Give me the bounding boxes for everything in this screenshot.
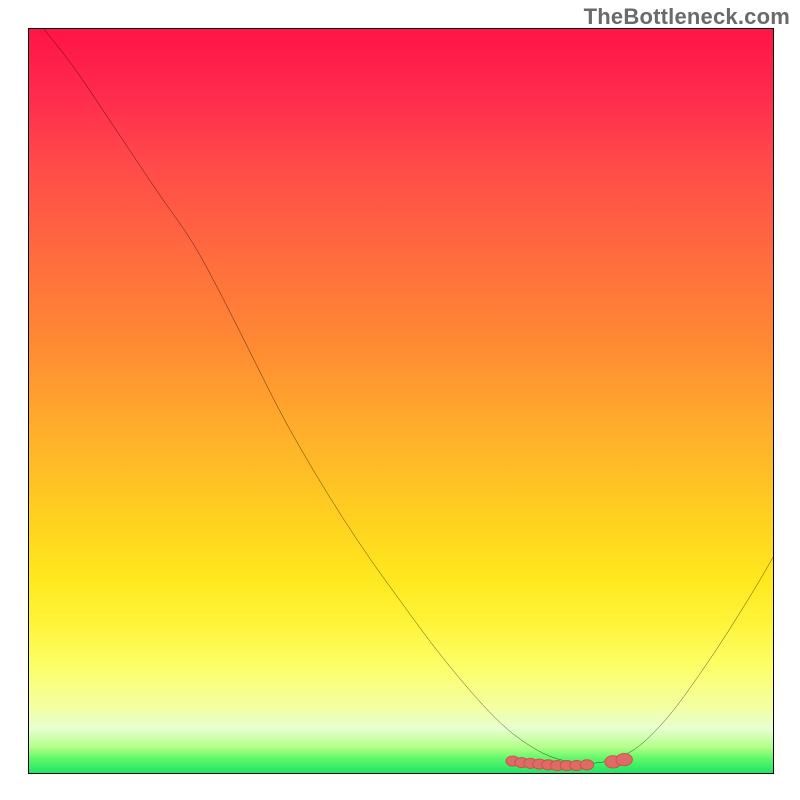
heat-gradient-background	[29, 29, 773, 773]
watermark-text: TheBottleneck.com	[584, 4, 790, 30]
plot-area	[28, 28, 774, 774]
chart-frame: TheBottleneck.com	[0, 0, 800, 800]
